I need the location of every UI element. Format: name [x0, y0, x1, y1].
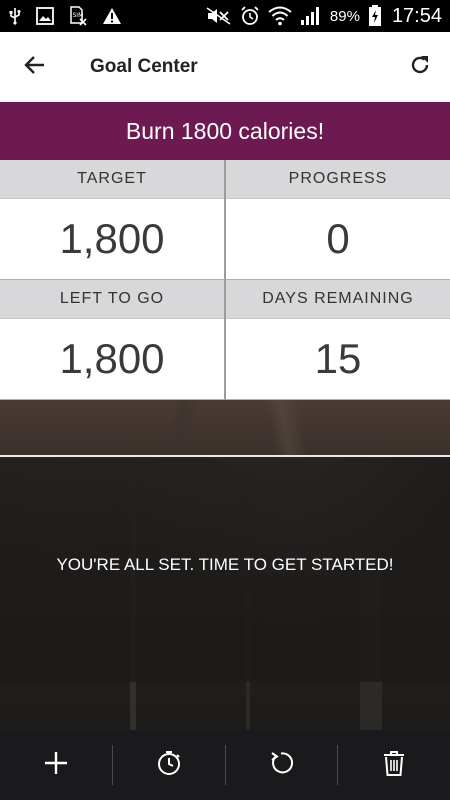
- app-bar: Goal Center: [0, 32, 450, 102]
- delete-button[interactable]: [338, 730, 450, 800]
- back-button[interactable]: [0, 32, 70, 102]
- image-icon: [36, 7, 54, 25]
- trash-icon: [382, 749, 406, 782]
- mute-icon: [206, 7, 232, 25]
- alarm-icon: [240, 6, 260, 26]
- battery-charging-icon: [368, 5, 382, 27]
- signal-icon: [300, 6, 322, 26]
- warning-icon: [102, 7, 122, 25]
- arrow-back-icon: [23, 53, 47, 82]
- add-button[interactable]: [0, 730, 112, 800]
- target-value: 1,800: [0, 198, 224, 280]
- timer-icon: [156, 750, 182, 781]
- gym-photo-strip: [0, 400, 450, 455]
- svg-text:SIM: SIM: [73, 12, 84, 19]
- left-to-go-value: 1,800: [0, 318, 224, 400]
- left-to-go-label: LEFT TO GO: [0, 280, 224, 318]
- progress-value: 0: [226, 198, 450, 280]
- usb-icon: [8, 7, 22, 25]
- status-time: 17:54: [391, 4, 442, 27]
- refresh-icon: [408, 53, 432, 82]
- reset-button[interactable]: [226, 730, 338, 800]
- bottom-toolbar: [0, 730, 450, 800]
- days-remaining-label: DAYS REMAINING: [226, 280, 450, 318]
- status-bar: SIM 89% 17:54: [0, 0, 450, 32]
- battery-percent: 89%: [329, 7, 360, 25]
- add-icon: [43, 750, 69, 781]
- target-label: TARGET: [0, 160, 224, 198]
- progress-label: PROGRESS: [226, 160, 450, 198]
- goal-title-banner: Burn 1800 calories!: [0, 102, 450, 160]
- gym-background-image: YOU'RE ALL SET. TIME TO GET STARTED!: [0, 400, 450, 730]
- refresh-button[interactable]: [390, 32, 450, 102]
- wifi-icon: [268, 6, 292, 26]
- status-message: YOU'RE ALL SET. TIME TO GET STARTED!: [56, 555, 394, 574]
- reset-icon: [268, 750, 294, 781]
- goal-stats-grid: TARGET PROGRESS 1,800 0 LEFT TO GO DAYS …: [0, 160, 450, 400]
- timer-button[interactable]: [113, 730, 225, 800]
- days-remaining-value: 15: [226, 318, 450, 400]
- sim-disabled-icon: SIM: [68, 6, 88, 26]
- page-title: Goal Center: [90, 56, 198, 77]
